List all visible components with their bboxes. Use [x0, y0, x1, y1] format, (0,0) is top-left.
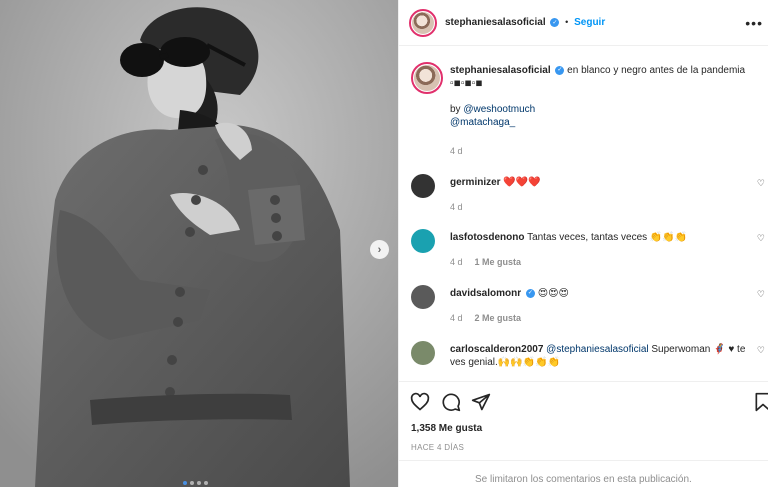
comment-username[interactable]: davidsalomonr: [450, 288, 521, 299]
post-header: stephaniesalasoficial ✓ • Seguir •••: [399, 0, 768, 46]
likes-count[interactable]: 1,358 Me gusta: [411, 423, 482, 434]
comment-body: Tantas veces, tantas veces 👏👏👏: [527, 232, 688, 243]
carousel-dot: [183, 481, 187, 485]
caption-time[interactable]: 4 d: [450, 146, 463, 156]
comment-text: davidsalomonr ✓ 😍😍😍: [450, 287, 760, 300]
like-comment-heart-icon[interactable]: ♡: [757, 178, 765, 189]
carousel-dot: [197, 481, 201, 485]
like-comment-heart-icon[interactable]: ♡: [757, 233, 765, 244]
comment-likes[interactable]: 1 Me gusta: [475, 257, 522, 267]
commenter-avatar[interactable]: [411, 174, 435, 198]
comment-mention[interactable]: @stephaniesalasoficial: [546, 344, 648, 355]
follow-button[interactable]: Seguir: [574, 17, 605, 28]
comment-meta: 4 d 1 Me gusta: [450, 257, 521, 267]
comment-likes[interactable]: 2 Me gusta: [475, 313, 522, 323]
comment-username[interactable]: carloscalderon2007: [450, 344, 543, 355]
comment-time[interactable]: 4 d: [450, 202, 463, 212]
caption-symbols: ▫◾▫◾▫◾: [450, 78, 483, 89]
comment-time[interactable]: 4 d: [450, 257, 463, 267]
next-photo-button[interactable]: ›: [370, 240, 389, 259]
save-bookmark-icon[interactable]: [753, 392, 768, 412]
verified-badge-icon: ✓: [550, 17, 560, 27]
comment-body: 😍😍😍: [537, 288, 569, 299]
credit-by: by: [450, 104, 461, 115]
credit-link-2[interactable]: @matachaga_: [450, 117, 515, 128]
share-send-icon[interactable]: [471, 392, 491, 412]
like-comment-heart-icon[interactable]: ♡: [757, 345, 765, 356]
more-options-icon[interactable]: •••: [745, 15, 763, 31]
comment-bubble-icon[interactable]: [441, 392, 461, 412]
comment-username[interactable]: germinizer: [450, 177, 501, 188]
post-photo[interactable]: ›: [0, 0, 398, 487]
commenter-avatar[interactable]: [411, 285, 435, 309]
post-details-panel: stephaniesalasoficial ✓ • Seguir ••• ste…: [398, 0, 768, 487]
carousel-indicator: [183, 481, 208, 485]
notice-text: Se limitaron los comentarios en esta pub…: [475, 474, 692, 485]
credit-link-1[interactable]: @weshootmuch: [463, 104, 535, 115]
carousel-dot: [204, 481, 208, 485]
comment-text: germinizer ❤️❤️❤️: [450, 176, 760, 189]
comment-item: davidsalomonr ✓ 😍😍😍 ♡ 4 d 2 Me gusta: [411, 283, 765, 328]
comment-item: lasfotosdenono Tantas veces, tantas vece…: [411, 227, 765, 272]
carousel-dot: [190, 481, 194, 485]
comment-item: germinizer ❤️❤️❤️ ♡ 4 d: [411, 172, 765, 217]
post-age[interactable]: HACE 4 DÍAS: [411, 443, 464, 452]
chevron-right-icon: ›: [377, 243, 382, 256]
author-username[interactable]: stephaniesalasoficial: [445, 17, 546, 28]
photo-illustration: [0, 0, 398, 487]
caption-body: en blanco y negro antes de la pandemia: [567, 65, 746, 76]
caption: stephaniesalasoficial ✓ en blanco y negr…: [411, 60, 765, 160]
commenter-avatar[interactable]: [411, 229, 435, 253]
verified-badge-icon: ✓: [555, 65, 565, 75]
comment-username[interactable]: lasfotosdenono: [450, 232, 524, 243]
comments-limited-notice: Se limitaron los comentarios en esta pub…: [399, 460, 768, 487]
verified-badge-icon: ✓: [525, 288, 535, 298]
author-avatar[interactable]: [409, 9, 437, 37]
comment-body: ❤️❤️❤️: [503, 177, 541, 188]
comment-item: carloscalderon2007 @stephaniesalasoficia…: [411, 339, 765, 379]
comment-meta: 4 d 2 Me gusta: [450, 313, 521, 323]
action-bar: [399, 381, 768, 423]
comment-text: carloscalderon2007 @stephaniesalasoficia…: [450, 343, 760, 369]
like-comment-heart-icon[interactable]: ♡: [757, 289, 765, 300]
separator-dot: •: [565, 17, 569, 27]
like-heart-icon[interactable]: [410, 392, 430, 412]
commenter-avatar[interactable]: [411, 341, 435, 365]
comment-text: lasfotosdenono Tantas veces, tantas vece…: [450, 231, 760, 244]
caption-text: stephaniesalasoficial ✓ en blanco y negr…: [450, 64, 760, 129]
comment-time[interactable]: 4 d: [450, 313, 463, 323]
caption-username[interactable]: stephaniesalasoficial: [450, 65, 551, 76]
author-avatar[interactable]: [411, 62, 443, 94]
